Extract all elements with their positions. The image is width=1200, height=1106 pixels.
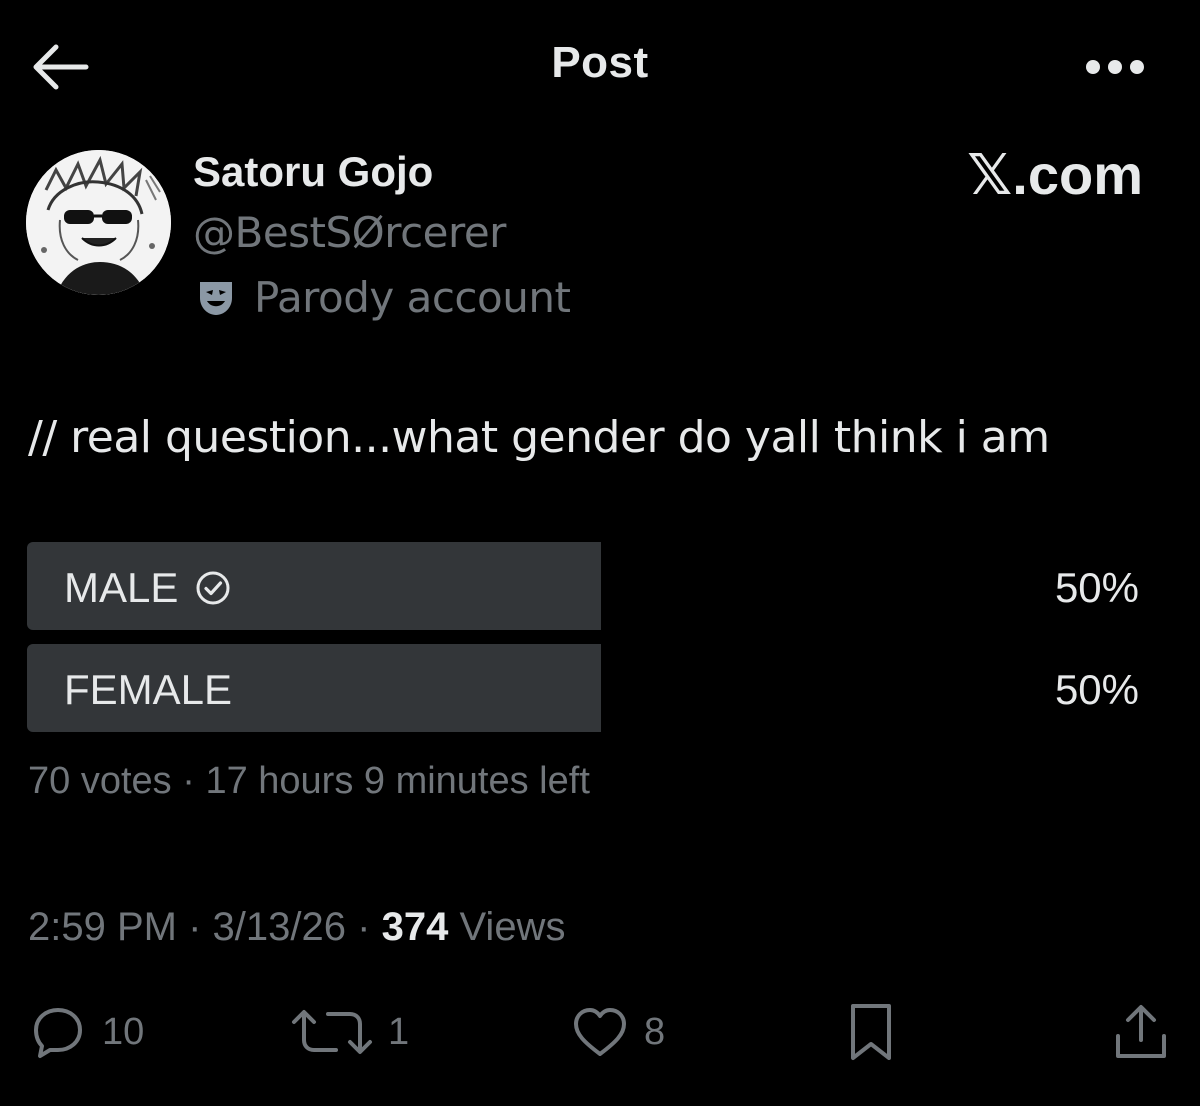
arrow-left-icon [33,44,89,90]
share-icon [1116,1005,1166,1058]
repost-icon [292,1010,372,1054]
x-watermark: 𝕏.com [967,143,1143,206]
post-text: // real question...what gender do yall t… [28,412,1050,463]
share-button[interactable] [1112,1000,1170,1064]
author-handle[interactable]: @BestSØrcerer [193,208,506,257]
theater-mask-icon [196,278,236,318]
poll-meta: 70 votes · 17 hours 9 minutes left [28,760,590,803]
poll-time-left: 17 hours 9 minutes left [205,760,590,802]
poll-option-percent: 50% [1054,564,1139,611]
post-date[interactable]: 3/13/26 [213,905,346,949]
author-display-name[interactable]: Satoru Gojo [193,148,433,196]
views-count[interactable]: 374 [382,905,449,949]
poll-option-label: MALE [64,564,179,611]
poll-option-female[interactable]: FEMALE 50% [27,644,1139,732]
reply-count: 10 [102,1010,145,1053]
bookmark-icon [851,1004,891,1060]
repost-button[interactable]: 1 [290,1000,409,1064]
post-time[interactable]: 2:59 PM [28,905,177,949]
more-options-button[interactable] [1082,52,1148,82]
avatar[interactable] [26,150,171,295]
separator: · [182,760,195,802]
like-button[interactable]: 8 [570,1000,665,1064]
separator: · [357,905,371,949]
poll-option-percent: 50% [1054,666,1139,713]
parody-account-label: Parody account [254,273,571,322]
poll-option-label: FEMALE [64,666,233,713]
repost-count: 1 [388,1010,410,1053]
check-circle-icon [194,569,232,607]
reply-button[interactable]: 10 [28,1000,144,1064]
views-label[interactable]: Views [459,905,565,949]
heart-icon [574,1008,626,1056]
separator: · [188,905,202,949]
bookmark-button[interactable] [845,1000,897,1064]
like-count: 8 [644,1010,666,1053]
poll-option-male[interactable]: MALE 50% [27,542,1139,630]
post-timestamp-row: 2:59 PM · 3/13/26 · 374 Views [28,905,565,950]
more-horizontal-icon [1086,60,1144,74]
back-button[interactable] [28,40,92,94]
reply-icon [34,1008,82,1058]
page-title: Post [551,38,649,87]
poll-votes: 70 votes [28,760,172,802]
